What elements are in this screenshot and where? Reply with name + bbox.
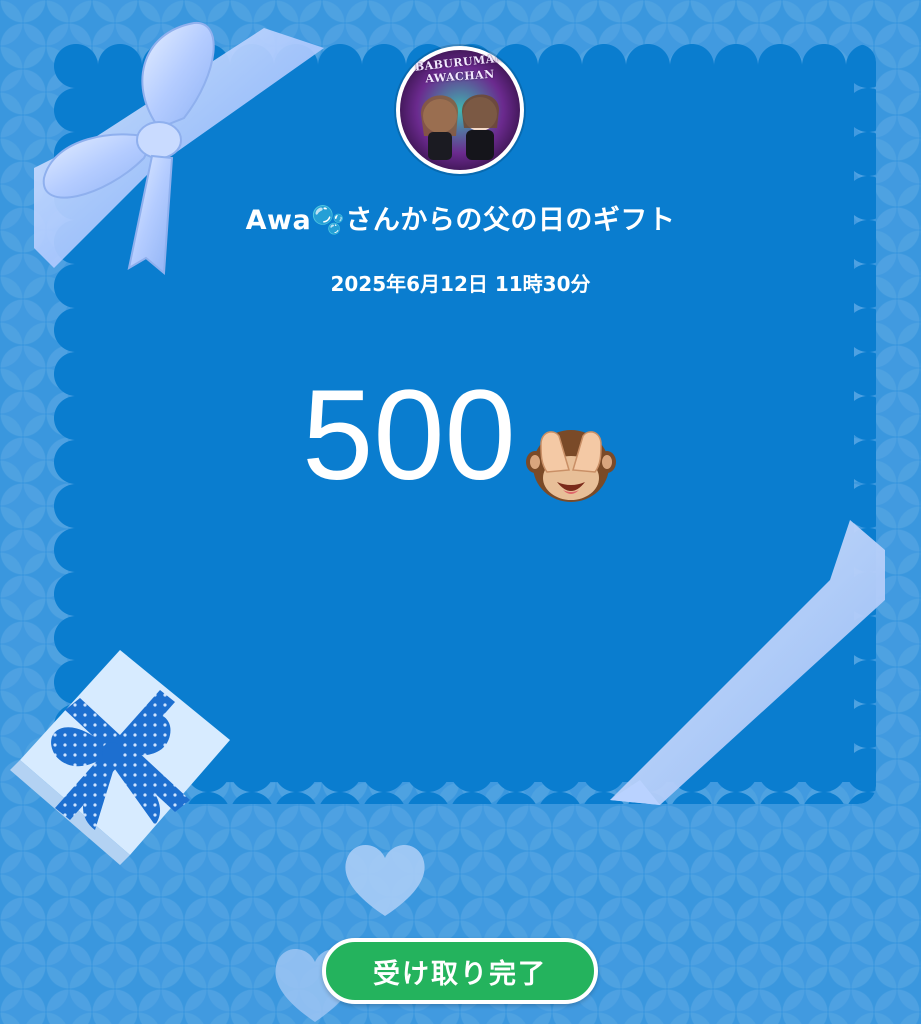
see-no-evil-monkey-icon [525, 430, 616, 502]
gift-date: 2025年6月12日 11時30分 [330, 272, 591, 296]
avatar: BABURUMAN AWACHAN [396, 46, 524, 174]
ribbon-bow-icon [34, 21, 324, 276]
heart-icon [345, 844, 425, 916]
received-complete-button[interactable]: 受け取り完了 [322, 938, 598, 1004]
gift-amount-row: 500 [0, 364, 921, 507]
gift-amount: 500 [302, 364, 516, 507]
gift-sender-title: Awa🫧さんからの父の日のギフト [245, 205, 676, 236]
ribbon-corner-icon [610, 520, 885, 805]
gift-box-icon [10, 650, 230, 865]
